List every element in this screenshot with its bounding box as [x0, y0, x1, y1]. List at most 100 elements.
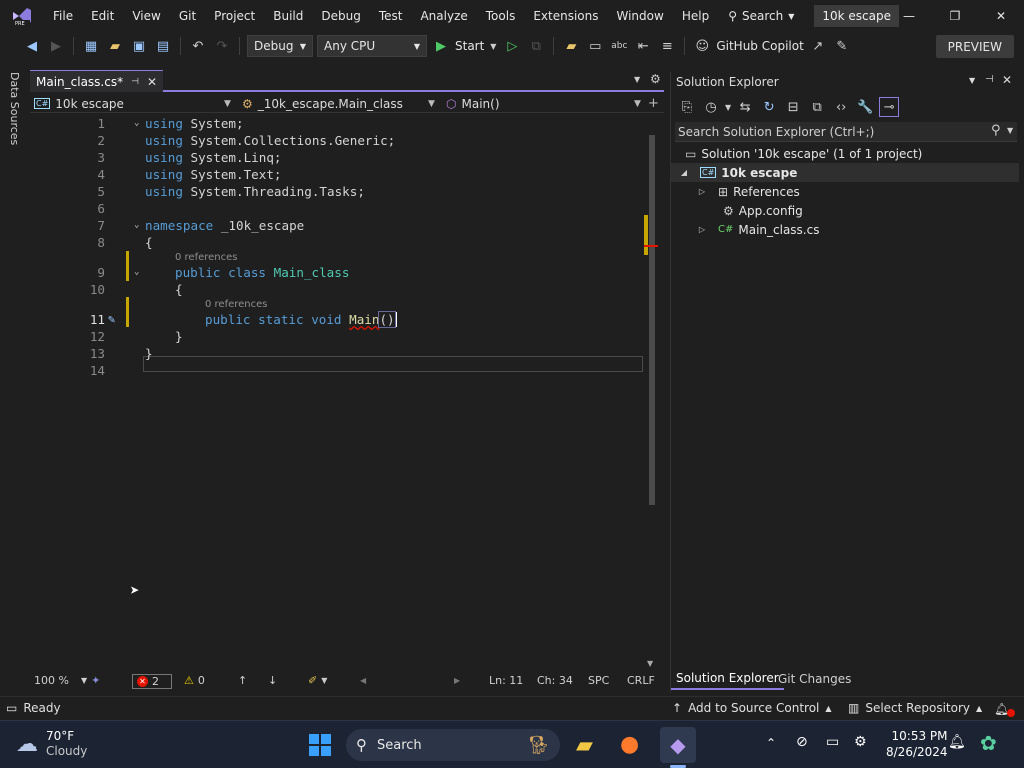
- close-window-button[interactable]: ✕: [978, 0, 1024, 32]
- visual-studio-logo-icon[interactable]: PRE: [0, 0, 44, 32]
- class-references-codelens[interactable]: 0 references: [175, 252, 238, 263]
- firefox-taskbar-icon[interactable]: ●: [620, 732, 639, 757]
- next-issue-icon[interactable]: ↓: [268, 674, 277, 687]
- menu-git[interactable]: Git: [170, 0, 205, 32]
- clock[interactable]: 10:53 PM 8/26/2024: [886, 728, 948, 760]
- close-icon[interactable]: ✕: [1002, 73, 1012, 87]
- menu-help[interactable]: Help: [673, 0, 718, 32]
- github-copilot-button[interactable]: GitHub Copilot: [716, 39, 803, 53]
- menu-build[interactable]: Build: [264, 0, 312, 32]
- select-repository-button[interactable]: ▥ Select Repository ▲: [848, 701, 982, 715]
- method-references-codelens[interactable]: 0 references: [205, 299, 268, 310]
- show-hidden-icons-chevron-icon[interactable]: ⌃: [766, 736, 776, 750]
- notification-bell-icon[interactable]: 🔔︎: [948, 734, 966, 750]
- code-text-area[interactable]: 1 2 3 4 5 6 7 8 9 10 11 12 13 14 ✎ ⌄ ⌄ ⌄…: [30, 115, 664, 675]
- data-sources-tab[interactable]: Data Sources: [8, 72, 21, 145]
- start-button[interactable]: [308, 733, 332, 757]
- chevron-down-icon[interactable]: ▼: [428, 94, 435, 113]
- chevron-down-icon[interactable]: ▼: [224, 94, 231, 113]
- format-icon[interactable]: ≡: [657, 36, 677, 56]
- visual-studio-taskbar-icon[interactable]: ◆: [660, 727, 696, 763]
- split-add-icon[interactable]: +: [648, 94, 659, 113]
- platform-select[interactable]: Any CPU ▼: [317, 35, 427, 57]
- copilot-taskbar-icon[interactable]: ✿: [980, 731, 997, 755]
- collapse-all-icon[interactable]: ⊟: [783, 97, 803, 117]
- menu-window[interactable]: Window: [608, 0, 673, 32]
- member-navigation-dropdown[interactable]: ⬡ Main(): [446, 94, 500, 113]
- properties-wrench-icon[interactable]: 🔧: [855, 97, 875, 117]
- fold-chevron-icon[interactable]: ⌄: [134, 118, 139, 128]
- menu-analyze[interactable]: Analyze: [411, 0, 476, 32]
- collapsed-triangle-icon[interactable]: ▷: [697, 187, 707, 196]
- tab-main-class[interactable]: Main_class.cs* ⊣ ✕: [30, 70, 164, 92]
- pending-changes-filter-icon[interactable]: ◷: [701, 97, 721, 117]
- zoom-dropdown[interactable]: 100 % ▼ ✦: [34, 674, 100, 687]
- tree-solution-node[interactable]: ▭ Solution '10k escape' (1 of 1 project): [685, 144, 922, 163]
- feedback-icon[interactable]: ✎: [832, 36, 852, 56]
- spell-check-icon[interactable]: abc: [609, 36, 629, 56]
- weather-widget[interactable]: ☁ 70°F Cloudy: [16, 729, 87, 759]
- menu-test[interactable]: Test: [370, 0, 412, 32]
- restore-button[interactable]: ❐: [932, 0, 978, 32]
- scroll-right-icon[interactable]: ▶: [454, 676, 460, 685]
- preview-selected-icon[interactable]: ⊸: [879, 97, 900, 117]
- tab-solution-explorer[interactable]: Solution Explorer: [671, 668, 784, 690]
- close-icon[interactable]: ✕: [147, 75, 157, 89]
- menu-debug[interactable]: Debug: [312, 0, 369, 32]
- start-debug-icon[interactable]: ▶: [431, 36, 451, 56]
- editor-vertical-scrollbar[interactable]: ▼: [644, 115, 658, 675]
- menu-file[interactable]: File: [44, 0, 82, 32]
- line-indicator[interactable]: Ln: 11: [489, 674, 523, 687]
- menu-extensions[interactable]: Extensions: [524, 0, 607, 32]
- expanded-triangle-icon[interactable]: ◢: [679, 168, 689, 177]
- menu-edit[interactable]: Edit: [82, 0, 123, 32]
- preview-button[interactable]: PREVIEW: [935, 35, 1014, 58]
- scroll-left-icon[interactable]: ◀: [360, 676, 366, 685]
- fold-chevron-icon[interactable]: ⌄: [134, 220, 139, 230]
- project-navigation-dropdown[interactable]: C# 10k escape: [34, 94, 124, 113]
- display-icon[interactable]: ▭: [826, 734, 839, 750]
- show-all-files-icon[interactable]: ⧉: [807, 97, 827, 117]
- menu-project[interactable]: Project: [205, 0, 264, 32]
- menu-view[interactable]: View: [123, 0, 169, 32]
- notifications-button[interactable]: 🔔︎: [994, 701, 1016, 717]
- line-ending-indicator[interactable]: CRLF: [627, 674, 655, 687]
- undo-icon[interactable]: ↶: [188, 36, 208, 56]
- collapsed-triangle-icon[interactable]: ▷: [697, 225, 707, 234]
- network-off-icon[interactable]: ⊘: [796, 734, 808, 750]
- forward-nav-icon[interactable]: ▶: [46, 36, 66, 56]
- tree-appconfig-node[interactable]: ⚙ App.config: [723, 201, 803, 220]
- sync-with-document-icon[interactable]: ⇆: [735, 97, 755, 117]
- settings-gear-icon[interactable]: ⚙: [650, 72, 661, 86]
- scrollbar-thumb[interactable]: [649, 135, 655, 505]
- solution-explorer-search-input[interactable]: Search Solution Explorer (Ctrl+;) ⚲ ▼: [675, 122, 1017, 142]
- new-project-icon[interactable]: ▦: [81, 36, 101, 56]
- class-navigation-dropdown[interactable]: ⚙ _10k_escape.Main_class: [242, 94, 403, 113]
- copilot-icon[interactable]: ☺: [692, 36, 712, 56]
- configuration-select[interactable]: Debug ▼: [247, 35, 313, 57]
- layout-icon[interactable]: ▭: [585, 36, 605, 56]
- taskbar-search-box[interactable]: ⚲ Search 🐕︎: [346, 729, 560, 761]
- open-folder-icon[interactable]: ▰: [105, 36, 125, 56]
- chevron-down-icon[interactable]: ▼: [725, 103, 731, 112]
- chevron-down-icon[interactable]: ▼: [488, 36, 498, 56]
- column-indicator[interactable]: Ch: 34: [537, 674, 573, 687]
- cleanup-brush-icon[interactable]: ✐ ▼: [308, 674, 327, 687]
- menu-tools[interactable]: Tools: [477, 0, 525, 32]
- tree-project-node[interactable]: ◢ C# 10k escape: [671, 163, 1019, 182]
- chevron-down-icon[interactable]: ▼: [634, 94, 641, 113]
- minimize-button[interactable]: —: [886, 0, 932, 32]
- warnings-indicator[interactable]: ⚠ 0: [184, 674, 205, 687]
- pin-icon[interactable]: ⊣: [131, 77, 139, 87]
- tree-references-node[interactable]: ▷ ⊞ References: [697, 182, 800, 201]
- indent-icon[interactable]: ⇤: [633, 36, 653, 56]
- solution-folder-icon[interactable]: ▰: [561, 36, 581, 56]
- save-icon[interactable]: ▣: [129, 36, 149, 56]
- scroll-down-icon[interactable]: ▼: [647, 659, 653, 668]
- errors-indicator[interactable]: ✕ 2: [132, 674, 172, 689]
- save-all-icon[interactable]: ▤: [153, 36, 173, 56]
- spacing-indicator[interactable]: SPC: [588, 674, 609, 687]
- tab-git-changes[interactable]: Git Changes: [773, 668, 856, 690]
- previous-issue-icon[interactable]: ↑: [238, 674, 247, 687]
- back-nav-icon[interactable]: ◀: [22, 36, 42, 56]
